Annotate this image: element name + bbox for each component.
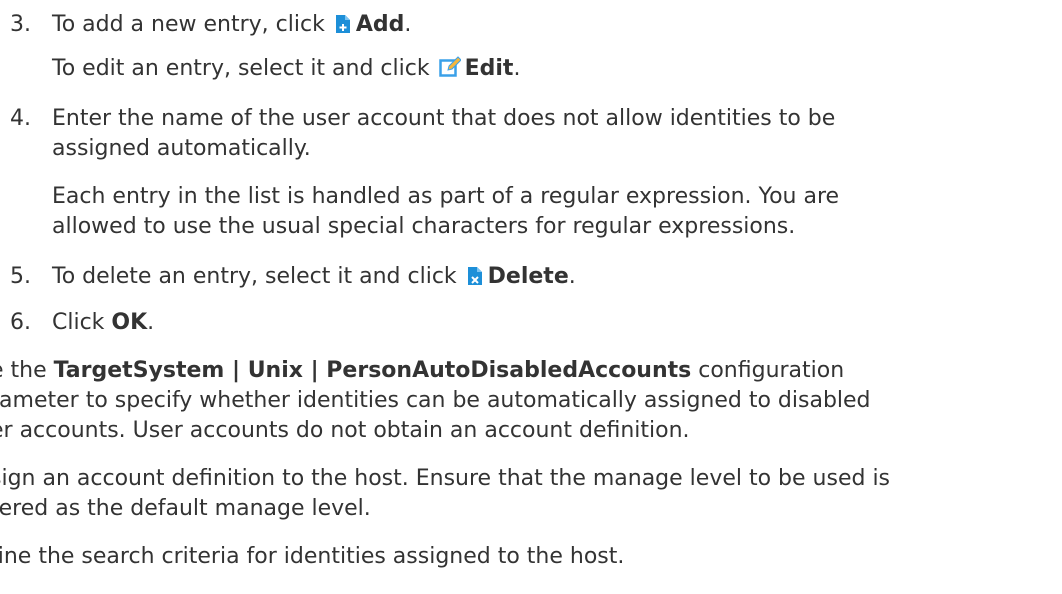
paragraph-config-line-1: e the TargetSystem | Unix | PersonAutoDi…	[0, 356, 844, 386]
punctuation: .	[147, 310, 155, 335]
step-4-note-line-2: allowed to use the usual special charact…	[52, 214, 796, 239]
step-number: 5.	[10, 264, 31, 289]
step-text: Click	[52, 310, 112, 335]
paragraph-text: e the	[0, 358, 47, 383]
delete-label: Delete	[487, 264, 569, 289]
step-4-line-2: assigned automatically.	[52, 136, 311, 161]
ok-label: OK	[111, 310, 148, 335]
punctuation: .	[568, 264, 576, 289]
paragraph-account-definition-line-1: sign an account definition to the host. …	[0, 466, 891, 491]
edit-label: Edit	[464, 56, 514, 81]
step-number: 6.	[10, 310, 31, 335]
step-text: To add a new entry, click	[52, 12, 332, 37]
step-text: To edit an entry, select it and click	[52, 56, 437, 81]
step-number: 3.	[10, 12, 31, 37]
step-text: To delete an entry, select it and click	[52, 264, 464, 289]
paragraph-config-line-2: rameter to specify whether identities ca…	[0, 388, 871, 413]
step-number: 4.	[10, 106, 31, 131]
delete-icon	[466, 265, 484, 295]
edit-icon	[438, 56, 462, 87]
step-3-add-text: To add a new entry, click Add.	[52, 10, 411, 43]
config-parameter-name: TargetSystem | Unix | PersonAutoDisabled…	[53, 358, 692, 383]
document-page: 3. To add a new entry, click Add. To edi…	[0, 0, 1062, 594]
paragraph-text: configuration	[691, 358, 845, 383]
step-6-text: Click OK.	[52, 308, 154, 338]
punctuation: .	[513, 56, 521, 81]
step-3-edit-text: To edit an entry, select it and click Ed…	[52, 54, 520, 87]
step-5-text: To delete an entry, select it and click …	[52, 262, 576, 295]
add-label: Add	[355, 12, 405, 37]
paragraph-search-criteria: fine the search criteria for identities …	[0, 544, 625, 569]
paragraph-config-line-3: er accounts. User accounts do not obtain…	[0, 418, 690, 443]
add-icon	[334, 13, 352, 43]
step-4-line-1: Enter the name of the user account that …	[52, 106, 836, 131]
punctuation: .	[404, 12, 412, 37]
step-4-note-line-1: Each entry in the list is handled as par…	[52, 184, 840, 209]
paragraph-account-definition-line-2: tered as the default manage level.	[0, 496, 371, 521]
